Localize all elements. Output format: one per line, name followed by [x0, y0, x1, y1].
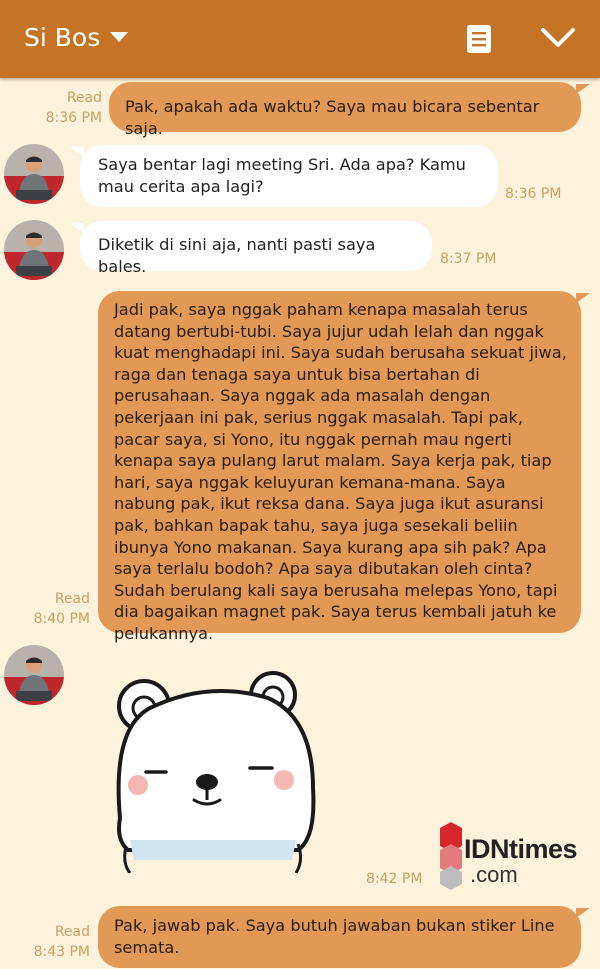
read-status: Read: [54, 591, 90, 607]
logo-brand-text: IDNtimes: [464, 834, 578, 864]
bubble-tail: [70, 223, 84, 233]
message-time: 8:37 PM: [440, 251, 497, 267]
read-status: Read: [66, 90, 102, 106]
outgoing-message[interactable]: Pak, apakah ada waktu? Saya mau bicara s…: [109, 82, 581, 138]
caret-down-icon[interactable]: [110, 32, 128, 42]
message-text: Jadi pak, saya nggak paham kenapa masala…: [114, 300, 567, 643]
note-icon[interactable]: [466, 24, 492, 58]
incoming-message[interactable]: Diketik di sini aja, nanti pasti saya ba…: [80, 221, 432, 276]
message-time: 8:42 PM: [366, 871, 423, 887]
message-text: Pak, apakah ada waktu? Saya mau bicara s…: [125, 97, 540, 138]
message-text: Diketik di sini aja, nanti pasti saya ba…: [98, 235, 376, 276]
bubble-tail: [70, 147, 84, 157]
logo-suffix-text: .com: [470, 862, 518, 887]
contact-name[interactable]: Si Bos: [24, 20, 100, 56]
chevron-down-icon[interactable]: [540, 26, 576, 54]
message-time: 8:36 PM: [505, 186, 562, 202]
bubble-tail: [576, 84, 590, 94]
outgoing-message[interactable]: Pak, jawab pak. Saya butuh jawaban bukan…: [98, 906, 581, 968]
bubble-tail: [576, 908, 590, 918]
message-text: Saya bentar lagi meeting Sri. Ada apa? K…: [98, 155, 466, 196]
bubble-tail: [576, 293, 590, 303]
message-time: 8:36 PM: [45, 110, 102, 126]
message-text: Pak, jawab pak. Saya butuh jawaban bukan…: [114, 916, 555, 957]
avatar[interactable]: [4, 144, 64, 204]
read-status: Read: [54, 924, 90, 940]
white-bear-sticker[interactable]: [108, 668, 323, 877]
avatar[interactable]: [4, 220, 64, 280]
outgoing-message[interactable]: Jadi pak, saya nggak paham kenapa masala…: [98, 291, 581, 643]
chat-header: Si Bos: [0, 0, 600, 78]
message-time: 8:43 PM: [33, 944, 90, 960]
avatar[interactable]: [4, 645, 64, 705]
incoming-message[interactable]: Saya bentar lagi meeting Sri. Ada apa? K…: [80, 145, 498, 207]
message-time: 8:40 PM: [33, 611, 90, 627]
